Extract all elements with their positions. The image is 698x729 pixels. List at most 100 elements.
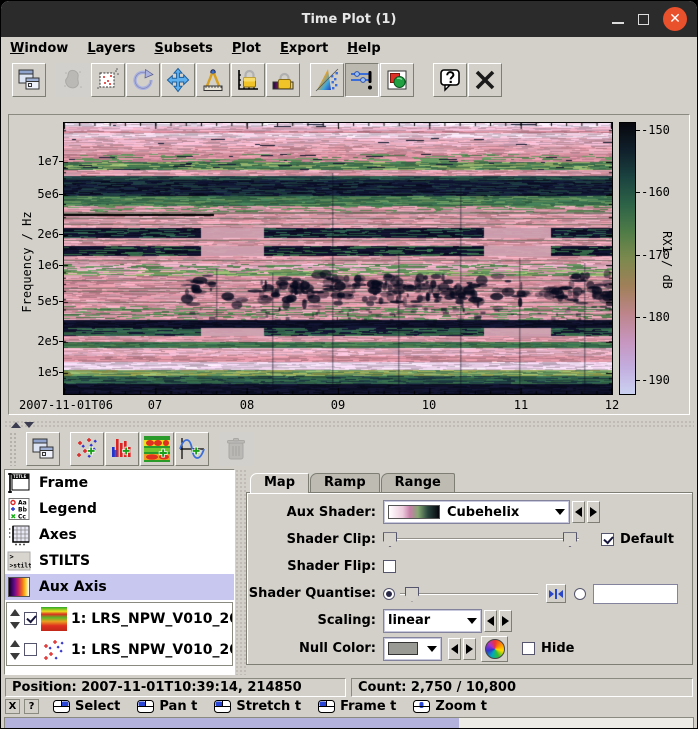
drag-handle-icon[interactable]	[9, 639, 21, 661]
lock-aux-button[interactable]	[266, 63, 300, 97]
nav-legend-row: X ? Select Pan t Stretch t	[1, 697, 697, 715]
list-item-stilts[interactable]: > >stilts STILTS	[5, 548, 234, 574]
drag-handle-icon[interactable]	[9, 608, 21, 630]
list-item-aux-axis[interactable]: Aux Axis	[5, 574, 234, 600]
point-subset-button[interactable]	[91, 63, 125, 97]
y-tick: 5e6	[15, 187, 59, 201]
close-window-button[interactable]	[468, 63, 502, 97]
axes-icon	[7, 524, 31, 546]
x-tick: 08	[240, 398, 254, 412]
mouse-right-button-icon	[53, 700, 70, 713]
sliders-alert-button[interactable]	[345, 63, 379, 97]
default-checkbox[interactable]	[601, 533, 614, 546]
close-icon[interactable]: ✕	[663, 7, 687, 31]
menu-help[interactable]: Help	[347, 41, 380, 56]
help-button[interactable]	[433, 63, 467, 97]
maximize-icon[interactable]	[638, 14, 649, 25]
shader-prev-button[interactable]	[572, 501, 585, 523]
plot-window-button-2[interactable]	[26, 432, 60, 466]
list-item-frame[interactable]: TITLE Frame	[5, 470, 234, 496]
shader-quantise-label: Shader Quantise:	[247, 586, 383, 601]
shader-clip-slider[interactable]	[383, 530, 579, 548]
list-item-axes[interactable]: Axes	[5, 522, 234, 548]
split-divider[interactable]	[4, 420, 694, 429]
quantise-slider[interactable]	[400, 585, 538, 603]
menu-layers[interactable]: Layers	[87, 41, 135, 56]
aux-shader-value: Cubehelix	[447, 505, 519, 520]
quantise-value-radio[interactable]	[574, 588, 586, 600]
pan-button[interactable]	[161, 63, 195, 97]
layer-row-scatter[interactable]: 1: LRS_NPW_V010_20071	[7, 634, 232, 665]
minimize-icon[interactable]	[612, 22, 624, 24]
stilts-icon: > >stilts	[7, 550, 31, 572]
blob-subset-button	[56, 63, 90, 97]
map-tab-panel: Aux Shader: Cubehelix Shader Clip:	[246, 492, 693, 665]
close-x-icon	[472, 67, 498, 93]
tab-ramp[interactable]: Ramp	[310, 473, 380, 492]
add-function-layer-button[interactable]	[175, 432, 209, 466]
layer-visible-checkbox[interactable]	[24, 643, 37, 656]
export-image-icon	[384, 67, 410, 93]
plot-window-icon	[16, 67, 42, 93]
hide-checkbox[interactable]	[522, 642, 535, 655]
export-image-button[interactable]	[380, 63, 414, 97]
layer-visible-checkbox[interactable]	[24, 612, 37, 625]
arrow-right-icon	[590, 507, 597, 517]
y-tick: 1e6	[15, 258, 59, 272]
vertical-splitter[interactable]	[235, 469, 246, 675]
color-chooser-button[interactable]	[481, 636, 508, 662]
plot-window-button[interactable]	[12, 63, 46, 97]
null-color-combo[interactable]	[383, 637, 442, 661]
window-title: Time Plot (1)	[1, 12, 697, 27]
lock-axes-button[interactable]	[231, 63, 265, 97]
shader-next-button[interactable]	[587, 501, 600, 523]
chevron-down-icon	[555, 509, 565, 515]
colorbar-tick: -190	[641, 373, 670, 387]
null-color-prev-button[interactable]	[448, 638, 461, 660]
nav-help-button[interactable]: ?	[24, 699, 39, 714]
add-histogram-layer-icon	[108, 435, 136, 463]
replot-button[interactable]	[126, 63, 160, 97]
sketch-plot-button[interactable]	[310, 63, 344, 97]
collapse-up-icon[interactable]	[11, 422, 21, 428]
menu-plot[interactable]: Plot	[232, 41, 261, 56]
menu-export[interactable]: Export	[280, 41, 328, 56]
clip-high-thumb[interactable]	[563, 532, 577, 547]
tab-range[interactable]: Range	[381, 473, 455, 492]
svg-text:Aa: Aa	[18, 500, 27, 507]
measure-button[interactable]	[196, 63, 230, 97]
add-scatter-layer-button[interactable]	[70, 432, 104, 466]
nav-close-button[interactable]: X	[5, 699, 20, 714]
aux-shader-combo[interactable]: Cubehelix	[383, 500, 570, 524]
list-item-legend[interactable]: Aa Bb Cc Legend	[5, 496, 234, 522]
scaling-next-button[interactable]	[499, 610, 512, 632]
x-tick: 12	[605, 398, 619, 412]
layers-box: 1: LRS_NPW_V010_20071 1: LRS_NPW_V010_20…	[6, 602, 233, 666]
quantise-thumb[interactable]	[405, 587, 419, 602]
mouse-left-button-icon	[137, 700, 154, 713]
toolbar-grip[interactable]	[9, 432, 17, 466]
replot-icon	[130, 67, 156, 93]
legend-icon: Aa Bb Cc	[7, 498, 31, 520]
menu-window[interactable]: Window	[10, 41, 68, 56]
add-histogram-layer-button[interactable]	[105, 432, 139, 466]
tab-map[interactable]: Map	[250, 473, 309, 493]
quantise-value-field[interactable]	[593, 584, 678, 604]
layer-row-spectrogram[interactable]: 1: LRS_NPW_V010_20071	[7, 603, 232, 634]
add-spectrogram-layer-button[interactable]	[140, 432, 174, 466]
quantise-snap-button[interactable]	[546, 584, 566, 603]
arrow-right-icon	[466, 644, 473, 654]
position-readout: Position: 2007-11-01T10:39:14, 214850	[5, 678, 346, 697]
quantise-slider-radio[interactable]	[383, 588, 395, 600]
titlebar[interactable]: Time Plot (1) ✕	[1, 1, 697, 37]
null-color-next-button[interactable]	[463, 638, 476, 660]
menu-subsets[interactable]: Subsets	[154, 41, 212, 56]
scaling-prev-button[interactable]	[484, 610, 497, 632]
clip-low-thumb[interactable]	[383, 532, 397, 547]
svg-text:TITLE: TITLE	[13, 474, 27, 480]
spectrogram-canvas[interactable]	[63, 122, 613, 395]
shader-flip-checkbox[interactable]	[383, 560, 396, 573]
spectrogram-layer-icon	[40, 606, 68, 632]
collapse-down-icon[interactable]	[24, 422, 34, 428]
scaling-combo[interactable]: linear	[383, 609, 482, 633]
